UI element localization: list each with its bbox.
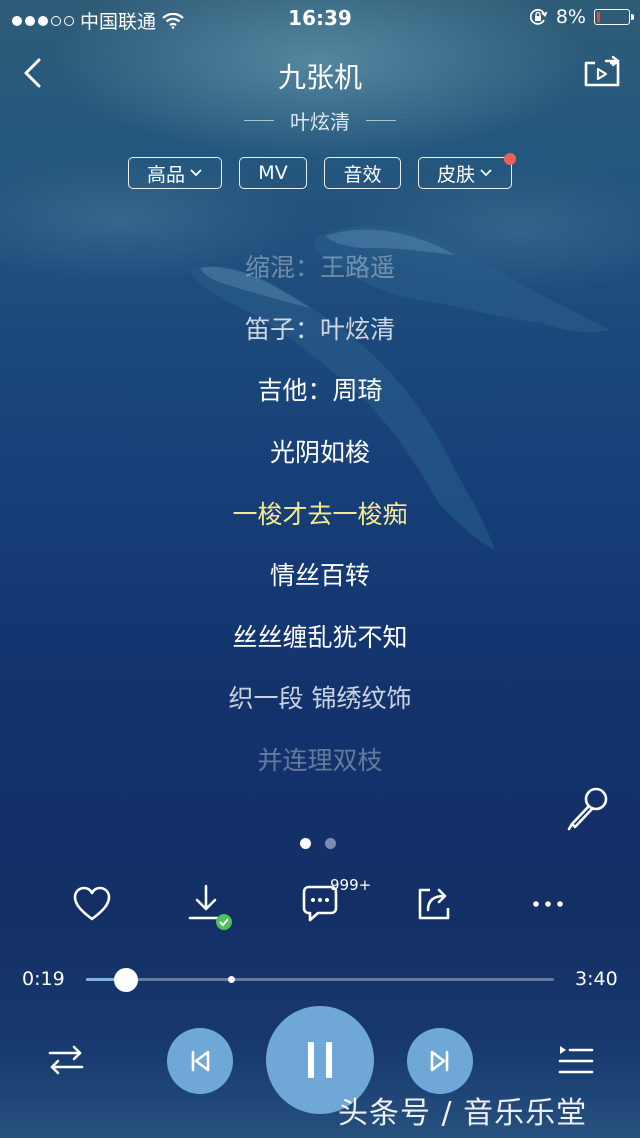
- divider-right: [366, 120, 396, 121]
- heart-icon: [73, 886, 111, 921]
- sound-effect-label: 音效: [343, 163, 382, 186]
- skin-chip[interactable]: 皮肤: [418, 153, 516, 189]
- share-icon: [418, 888, 450, 920]
- playlist-button[interactable]: [552, 1036, 600, 1084]
- rotation-lock-icon: [529, 8, 548, 25]
- pause-icon: [308, 1042, 332, 1078]
- lyric-line: 情丝百转: [269, 561, 370, 590]
- status-bar: 中国联通 16:39 8%: [0, 0, 640, 36]
- lyric-line: 光阴如梭: [269, 438, 370, 467]
- lyric-line: 缩混：王路遥: [244, 253, 395, 282]
- more-icon: [533, 901, 563, 907]
- next-button[interactable]: [407, 1028, 473, 1094]
- lyric-line: 并连理双枝: [257, 746, 383, 775]
- chevron-down-icon: [480, 169, 492, 177]
- quality-chip[interactable]: 高品: [128, 157, 222, 189]
- watermark: 头条号 / 音乐乐堂: [338, 1096, 588, 1131]
- song-title: 九张机: [277, 61, 362, 94]
- artist-row: 叶炫清: [0, 106, 640, 135]
- sound-effect-chip[interactable]: 音效: [324, 157, 401, 189]
- progress-slider[interactable]: [86, 968, 554, 992]
- lyric-line: 丝丝缠乱犹不知: [232, 623, 408, 652]
- more-button[interactable]: [524, 880, 572, 928]
- artist-name: 叶炫清: [290, 110, 350, 134]
- microphone-icon: [567, 787, 608, 831]
- playlist-icon: [558, 1046, 594, 1074]
- lyric-line-current: 一梭才去一梭痴: [232, 500, 408, 529]
- downloaded-check-icon: [216, 914, 232, 930]
- page-dot[interactable]: [325, 838, 336, 849]
- lyric-line: 吉他：周琦: [257, 376, 383, 405]
- notification-dot: [504, 153, 516, 165]
- quality-label: 高品: [146, 163, 185, 186]
- lyric-line: 织一段 锦绣纹饰: [228, 684, 412, 713]
- battery-icon: [594, 9, 634, 25]
- next-icon: [430, 1050, 449, 1072]
- like-button[interactable]: [68, 880, 116, 928]
- shuffle-button[interactable]: [42, 1036, 90, 1084]
- download-button[interactable]: [182, 880, 232, 930]
- battery-percent: 8%: [555, 6, 586, 28]
- elapsed-time: 0:19: [22, 968, 65, 990]
- lyric-line: 笛子：叶炫清: [244, 315, 395, 344]
- screen-cast-icon: [584, 55, 620, 87]
- previous-icon: [191, 1050, 210, 1072]
- total-time: 3:40: [575, 968, 618, 990]
- battery-level-fill: [597, 12, 600, 22]
- previous-button[interactable]: [167, 1028, 233, 1094]
- status-right: 8%: [528, 6, 634, 28]
- shuffle-icon: [48, 1045, 84, 1075]
- mv-chip[interactable]: MV: [239, 157, 307, 189]
- share-button[interactable]: [410, 880, 458, 928]
- page-indicator: [300, 838, 336, 849]
- divider-left: [244, 120, 274, 121]
- comment-count: 999+: [330, 876, 372, 894]
- skin-label: 皮肤: [436, 163, 475, 186]
- screen-cast-button[interactable]: [580, 54, 624, 94]
- chevron-down-icon: [190, 169, 202, 177]
- karaoke-mic-button[interactable]: [562, 782, 614, 834]
- page-dot-active[interactable]: [300, 838, 311, 849]
- mv-label: MV: [258, 162, 288, 184]
